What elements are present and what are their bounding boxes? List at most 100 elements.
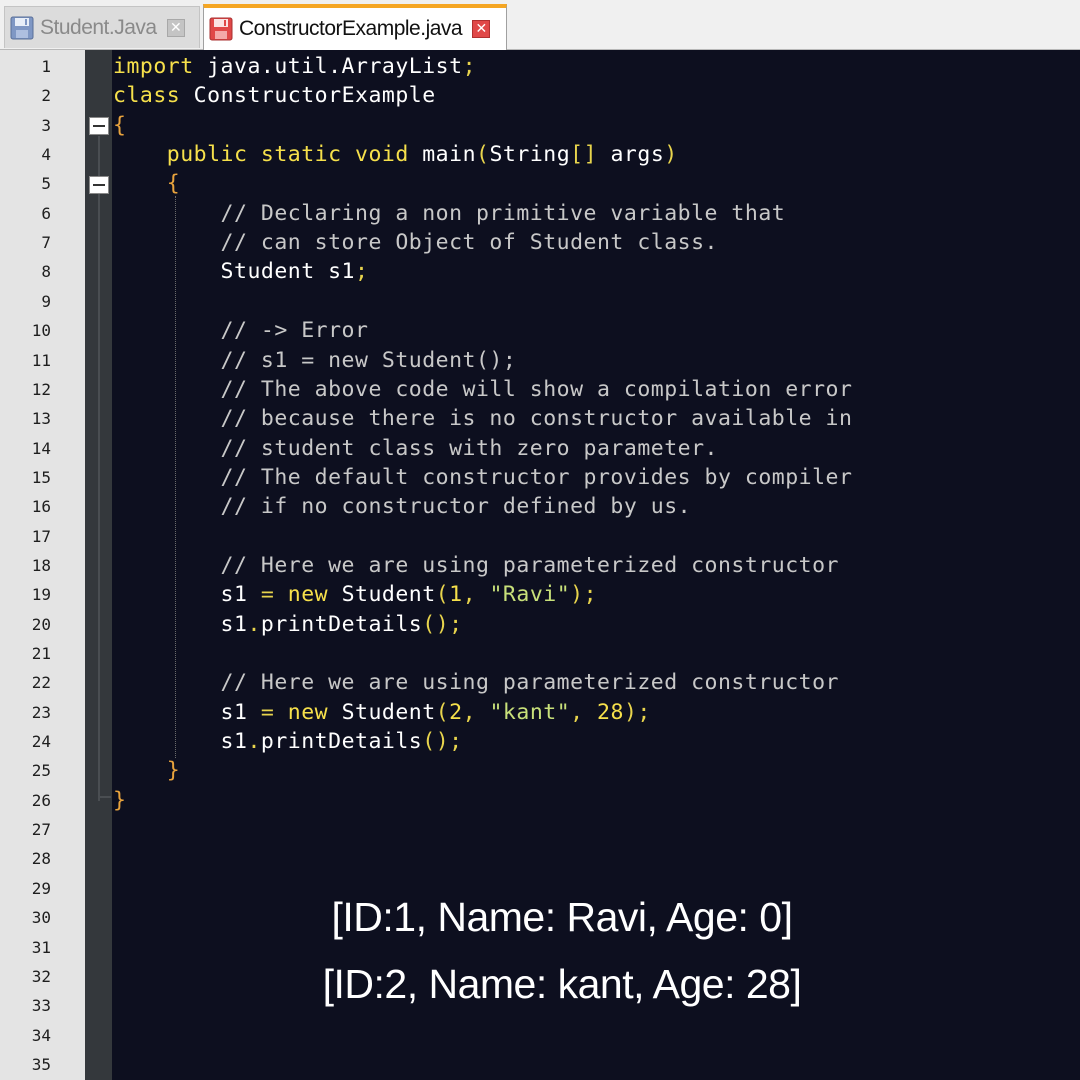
line-number: 6 [41, 203, 51, 223]
line-number: 18 [31, 555, 51, 575]
code-token: 28 [583, 699, 624, 725]
code-token: s1 [113, 611, 248, 637]
code-token: // The above code will show a compilatio… [113, 376, 853, 402]
line-number: 10 [31, 321, 51, 341]
code-token: s1 [113, 582, 261, 608]
code-token: 1 [449, 582, 463, 608]
code-token: Student [328, 699, 436, 725]
line-number: 23 [31, 702, 51, 722]
code-token: static [247, 142, 342, 168]
tab-constructor-example[interactable]: ConstructorExample.java ✕ [203, 4, 507, 50]
line-number: 15 [31, 467, 51, 487]
code-token: Student s1 [113, 259, 355, 285]
output-line-1: [ID:1, Name: Ravi, Age: 0] [331, 894, 793, 940]
code-token: } [113, 787, 127, 813]
code-line: { [113, 169, 180, 198]
code-line: // The above code will show a compilatio… [113, 375, 852, 404]
code-token: , [570, 699, 584, 725]
line-number: 31 [31, 937, 51, 957]
line-number: 20 [31, 614, 51, 634]
code-token: ); [570, 582, 598, 608]
code-token: main [408, 142, 477, 168]
code-token: String [489, 142, 571, 168]
code-token: // Here we are using parameterized const… [113, 552, 839, 578]
tab-student-java[interactable]: Student.Java ✕ [4, 6, 200, 48]
line-number: 11 [31, 350, 51, 370]
code-line: } [113, 756, 180, 785]
fold-collapse-icon[interactable] [89, 117, 109, 135]
code-line: import java.util.ArrayList; [113, 52, 476, 81]
code-token: "Ravi" [476, 582, 571, 608]
code-token: ; [355, 259, 369, 285]
line-number: 13 [31, 409, 51, 429]
code-token: ; [462, 54, 477, 79]
fold-collapse-icon[interactable] [89, 176, 109, 194]
code-token: s1 [113, 699, 261, 725]
code-token: (); [422, 729, 463, 755]
line-number: 7 [41, 233, 51, 253]
output-line-2: [ID:2, Name: kant, Age: 28] [322, 961, 802, 1007]
line-number: 30 [31, 908, 51, 928]
code-line: s1.printDetails(); [113, 727, 463, 756]
close-icon[interactable]: ✕ [166, 18, 185, 37]
line-number: 25 [31, 761, 51, 781]
line-number: 14 [31, 438, 51, 458]
code-token: new [274, 699, 329, 725]
code-token: class [113, 83, 181, 109]
line-number: 17 [31, 526, 51, 546]
line-number: 3 [41, 115, 51, 135]
line-number: 34 [31, 1025, 51, 1045]
code-token: 2 [449, 699, 463, 725]
code-line: // student class with zero parameter. [113, 434, 718, 463]
code-token: // Here we are using parameterized const… [113, 670, 839, 696]
code-line: Student s1; [113, 257, 368, 286]
line-number: 16 [31, 497, 51, 517]
code-token: } [113, 758, 181, 784]
code-line: public static void main(String[] args) [113, 140, 678, 169]
code-token: (); [422, 611, 463, 637]
close-icon[interactable]: ✕ [472, 20, 491, 38]
code-token: { [113, 171, 181, 197]
line-number: 29 [31, 878, 51, 898]
code-editor[interactable]: 1 2 3 4 5 6 7 8 9 10 11 12 13 14 15 16 17 18 19 20 21 22 23 24 2… [0, 50, 1080, 1080]
line-number: 35 [31, 1054, 51, 1074]
code-token: . [247, 611, 261, 637]
line-number: 22 [31, 673, 51, 693]
line-number: 21 [31, 644, 51, 663]
code-line: // can store Object of Student class. [113, 228, 718, 257]
line-number: 9 [41, 291, 51, 311]
tab-label: Student.Java [40, 15, 157, 39]
code-line: } [113, 786, 126, 815]
code-line: // The default constructor provides by c… [113, 463, 852, 492]
code-line: // Here we are using parameterized const… [113, 668, 839, 697]
line-number: 27 [31, 820, 51, 840]
code-line: // -> Error [113, 316, 368, 345]
code-token: // -> Error [113, 318, 369, 344]
code-token: . [247, 729, 261, 755]
code-token: // student class with zero parameter. [113, 435, 718, 461]
code-line: // Here we are using parameterized const… [113, 551, 839, 580]
code-token: java.util.ArrayList [193, 54, 463, 79]
code-line: // s1 = new Student(); [113, 346, 516, 375]
code-token: { [113, 112, 127, 138]
code-token: "kant" [476, 699, 571, 725]
code-token: , [462, 582, 477, 608]
code-token: , [462, 699, 477, 725]
code-line: // Declaring a non primitive variable th… [113, 199, 785, 228]
line-number: 8 [41, 262, 51, 282]
code-token: new [274, 582, 329, 608]
line-number: 33 [31, 996, 51, 1016]
code-line: { [113, 111, 126, 140]
line-number: 24 [31, 732, 51, 752]
fold-line [98, 796, 111, 798]
line-number: 28 [31, 849, 51, 869]
code-token: ( [435, 699, 450, 725]
code-token: // Declaring a non primitive variable th… [113, 200, 786, 226]
code-line: s1 = new Student(2, "kant", 28); [113, 698, 651, 727]
code-line: s1.printDetails(); [113, 610, 463, 639]
code-token: void [341, 142, 409, 168]
save-icon [10, 16, 34, 40]
code-token: ); [623, 699, 651, 725]
code-token: args [597, 142, 665, 168]
code-token: ) [664, 142, 678, 168]
